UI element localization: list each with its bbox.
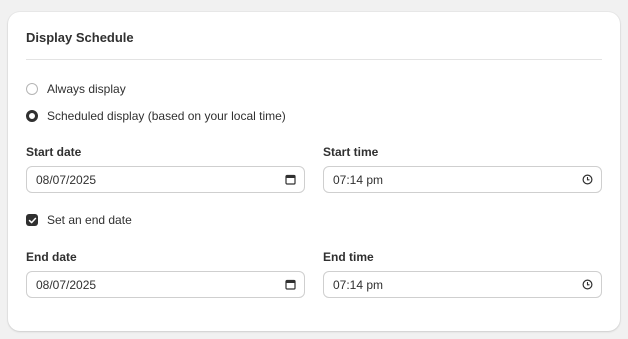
end-date-input[interactable]: 08/07/2025 (26, 271, 305, 298)
radio-always-display[interactable]: Always display (26, 82, 126, 96)
set-end-date-checkbox-row[interactable]: Set an end date (26, 213, 132, 227)
radio-label-always-display: Always display (47, 82, 126, 96)
display-schedule-card: Display Schedule Always display Schedule… (8, 12, 620, 331)
start-date-value: 08/07/2025 (36, 172, 97, 187)
start-time-input[interactable]: 07:14 pm (323, 166, 602, 193)
clock-icon[interactable] (582, 174, 593, 185)
checkmark-icon (28, 217, 36, 223)
end-date-value: 08/07/2025 (36, 277, 97, 292)
start-time-label: Start time (323, 145, 379, 159)
calendar-icon[interactable] (285, 174, 296, 185)
radio-label-scheduled-display: Scheduled display (based on your local t… (47, 109, 286, 123)
calendar-icon[interactable] (285, 279, 296, 290)
radio-button-selected[interactable] (26, 110, 38, 122)
end-date-label: End date (26, 250, 77, 264)
card-title: Display Schedule (26, 30, 134, 45)
end-date-checkbox-label: Set an end date (47, 213, 132, 227)
end-date-checkbox[interactable] (26, 214, 38, 226)
radio-button-unselected[interactable] (26, 83, 38, 95)
start-date-label: Start date (26, 145, 82, 159)
end-time-label: End time (323, 250, 374, 264)
title-divider (26, 59, 602, 60)
radio-scheduled-display[interactable]: Scheduled display (based on your local t… (26, 109, 286, 123)
start-time-value: 07:14 pm (333, 172, 384, 187)
end-time-input[interactable]: 07:14 pm (323, 271, 602, 298)
end-time-value: 07:14 pm (333, 277, 384, 292)
start-date-input[interactable]: 08/07/2025 (26, 166, 305, 193)
clock-icon[interactable] (582, 279, 593, 290)
